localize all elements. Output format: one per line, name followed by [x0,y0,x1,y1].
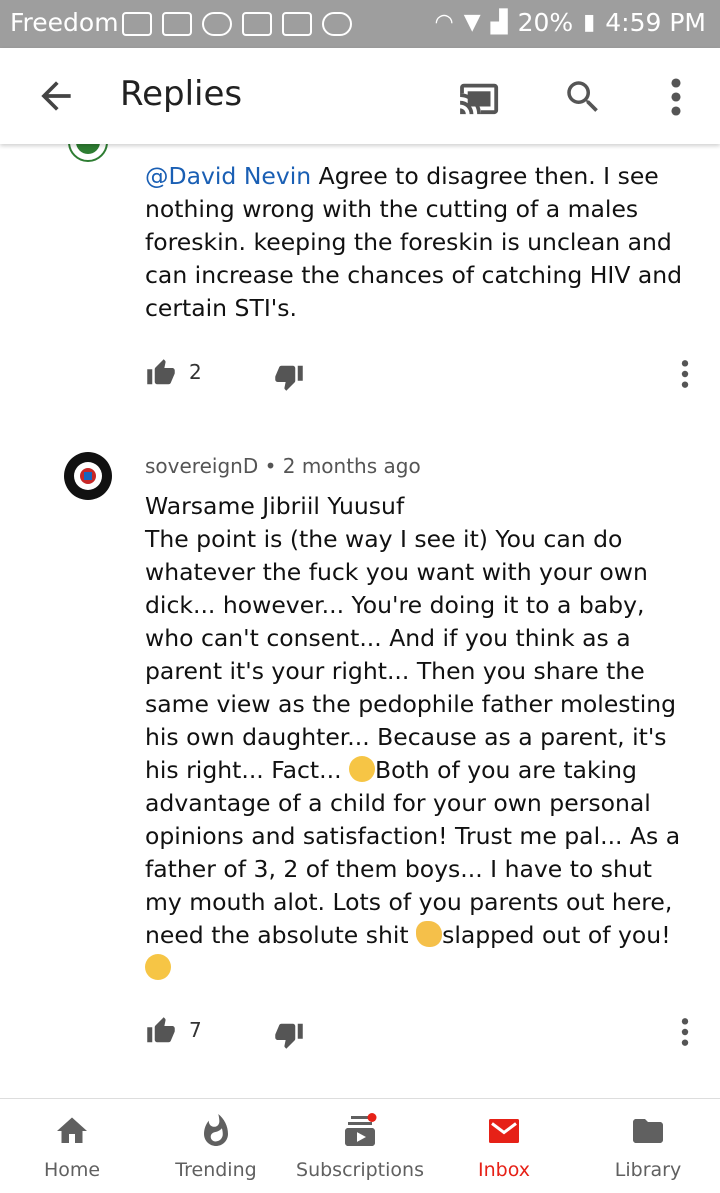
gmail-notification-icon [242,12,272,36]
battery-icon: ▮ [583,10,596,35]
nav-label: Inbox [478,1159,530,1181]
inbox-mail-icon [489,1119,519,1143]
comment-menu-icon[interactable] [675,358,695,390]
wifi-icon: ▼ [463,10,481,35]
comment-text: @David Nevin Agree to disagree then. I s… [145,160,685,325]
status-bar: Freedom ◠ ▼ ▟ 20% ▮ 4:59 PM [0,0,720,48]
replies-list[interactable]: @David Nevin Agree to disagree then. I s… [0,144,720,1098]
clock: 4:59 PM [605,8,706,37]
bottom-navigation: Home Trending Subscriptions Inbox Librar… [0,1098,720,1193]
nav-home[interactable]: Home [0,1099,144,1193]
meta-separator: • [264,454,283,478]
home-icon [57,1117,87,1143]
nav-inbox[interactable]: Inbox [432,1099,576,1193]
signal-icon: ▟ [490,10,508,35]
app-notification-icon [162,12,192,36]
thumb-up-icon[interactable] [145,1016,177,1046]
nav-label: Trending [175,1159,257,1181]
like-count: 2 [189,360,202,384]
mention-link[interactable]: @David Nevin [145,162,311,190]
cast-icon[interactable] [458,78,504,116]
like-count: 7 [189,1018,202,1042]
confused-face-emoji-icon [145,954,171,980]
nav-label: Subscriptions [296,1159,424,1181]
comment-body-part-3: slapped out of you! [442,921,671,949]
system-status: ◠ ▼ ▟ 20% ▮ 4:59 PM [435,8,706,37]
notification-icons [122,9,352,39]
avatar[interactable] [64,452,112,500]
voicemail-notification-icon [282,12,312,36]
app-bar: Replies [0,48,720,144]
trending-flame-icon [204,1114,228,1146]
chat-notification-icon [122,12,152,36]
comment-age: 2 months ago [282,454,421,478]
more-vert-icon[interactable] [660,76,692,118]
nav-label: Home [43,1159,101,1181]
thumb-up-icon[interactable] [145,358,177,388]
message-notification-icon [202,12,232,36]
thumb-down-icon[interactable] [273,1020,305,1050]
waving-hand-emoji-icon [416,921,443,947]
search-icon[interactable] [562,76,604,118]
comment-first-line: Warsame Jibriil Yuusuf [145,492,405,520]
nav-trending[interactable]: Trending [144,1099,288,1193]
library-folder-icon [633,1119,663,1143]
avatar[interactable] [68,144,108,162]
nav-subscriptions[interactable]: Subscriptions [288,1099,432,1193]
youtube-notification-icon [322,12,352,36]
headset-icon: ◠ [434,10,454,35]
expressionless-face-emoji-icon [349,756,376,782]
subscriptions-icon [345,1113,377,1146]
nav-library[interactable]: Library [576,1099,720,1193]
battery-percent: 20% [517,8,574,37]
back-icon[interactable] [34,74,78,118]
comment-meta: sovereignD • 2 months ago [145,454,421,478]
comment-menu-icon[interactable] [675,1016,695,1048]
page-title: Replies [120,74,243,114]
thumb-down-icon[interactable] [273,362,305,392]
comment-body-part-1: The point is (the way I see it) You can … [145,525,677,784]
author-name[interactable]: sovereignD [145,454,258,478]
comment-actions: 2 [145,358,705,398]
comment-text: Warsame Jibriil Yuusuf The point is (the… [145,490,685,985]
comment-actions: 7 [145,1016,705,1056]
nav-label: Library [614,1159,682,1181]
carrier-name: Freedom [10,8,119,37]
